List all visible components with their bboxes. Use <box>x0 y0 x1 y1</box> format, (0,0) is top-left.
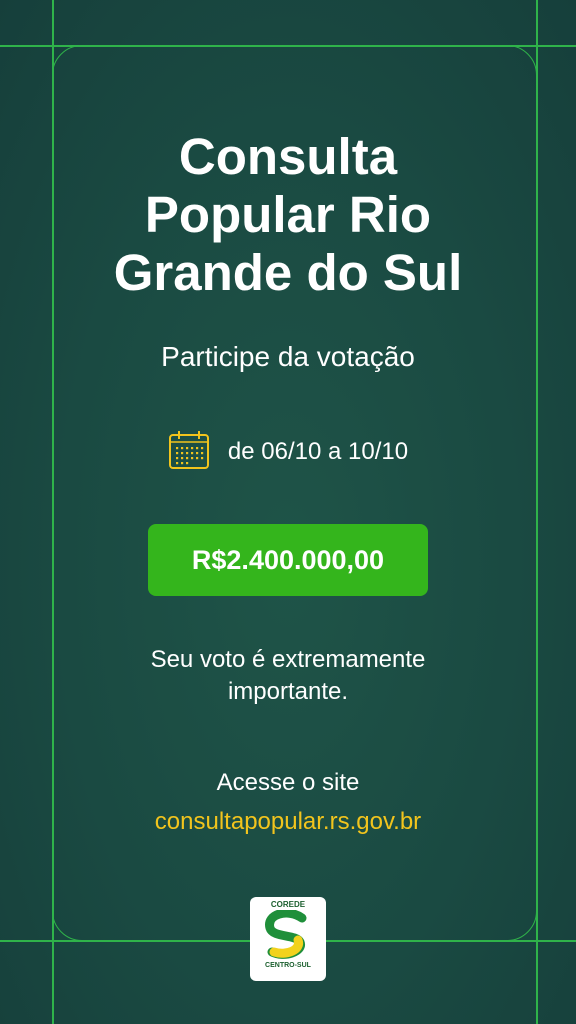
date-range: de 06/10 a 10/10 <box>227 438 409 465</box>
page-title: Consulta Popular Rio Grande do Sul <box>0 128 576 302</box>
corede-logo: COREDE CENTRO-SUL <box>250 897 326 981</box>
date-row: de 06/10 a 10/10 <box>0 430 576 475</box>
amount-button[interactable]: R$2.400.000,00 <box>148 524 428 596</box>
title-line: Popular Rio <box>144 186 432 243</box>
access-label: Acesse o site <box>216 769 360 796</box>
calendar-icon <box>168 430 210 475</box>
message-line: importante. <box>227 678 349 705</box>
title-line: Consulta <box>178 128 398 185</box>
site-link[interactable]: consultapopular.rs.gov.br <box>0 808 576 836</box>
logo-bottom-text: CENTRO-SUL <box>265 962 311 969</box>
logo-s-icon <box>265 910 307 959</box>
subtitle: Participe da votação <box>161 341 415 372</box>
vote-message: Seu voto é extremamente importante. <box>0 644 576 708</box>
logo-top-text: COREDE <box>270 900 306 909</box>
title-line: Grande do Sul <box>113 244 463 301</box>
message-line: Seu voto é extremamente <box>150 646 426 673</box>
